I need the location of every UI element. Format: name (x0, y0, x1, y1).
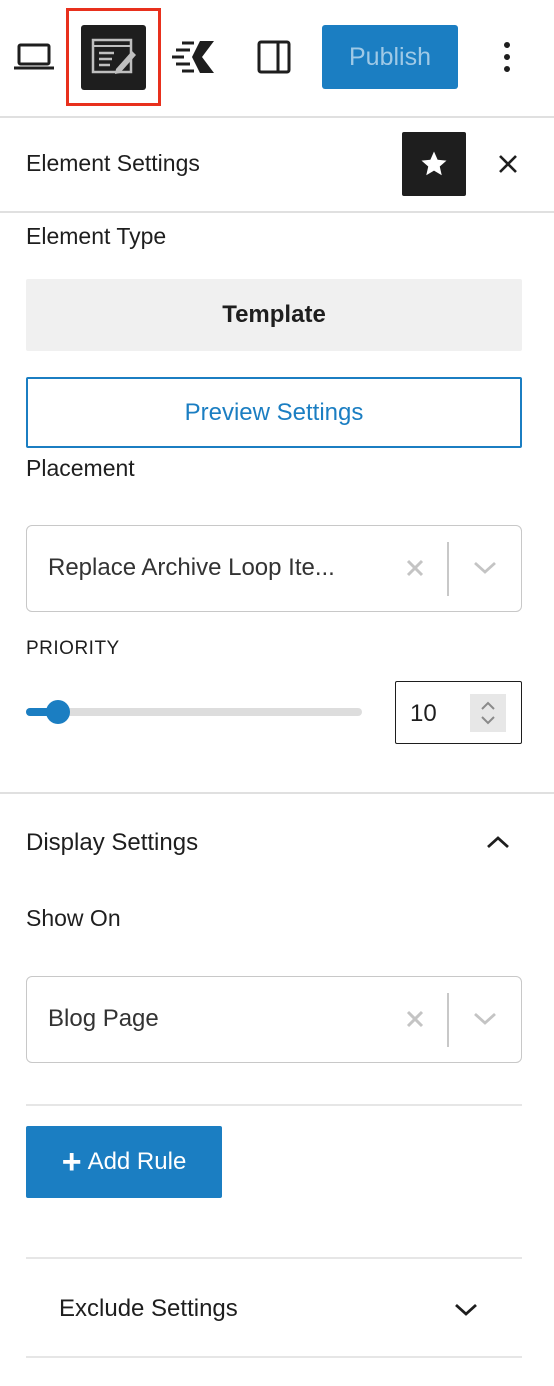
placement-select[interactable]: Replace Archive Loop Ite... (26, 525, 522, 612)
element-type-value: Template (26, 279, 522, 351)
show-on-select[interactable]: Blog Page (26, 976, 522, 1063)
elements-editor-button[interactable] (66, 8, 161, 106)
placement-select-value: Replace Archive Loop Ite... (48, 554, 335, 581)
exclude-top-divider (26, 1257, 522, 1259)
priority-slider[interactable] (26, 700, 362, 724)
display-settings-title[interactable]: Display Settings (26, 829, 198, 857)
placement-label: Placement (26, 455, 135, 481)
star-button[interactable] (402, 132, 466, 196)
chevron-down-icon[interactable] (446, 1290, 486, 1330)
select-separator (447, 542, 449, 596)
more-options-icon[interactable] (484, 28, 530, 86)
chevron-up-icon[interactable] (478, 822, 518, 862)
desktop-icon[interactable] (8, 28, 60, 86)
header-divider (0, 211, 554, 213)
chevron-down-icon[interactable] (463, 546, 507, 590)
priority-input[interactable]: 10 (395, 681, 522, 744)
clear-icon[interactable] (397, 997, 433, 1041)
show-on-select-value: Blog Page (48, 1005, 159, 1032)
chevron-down-icon[interactable] (463, 997, 507, 1041)
show-on-label: Show On (26, 905, 121, 931)
sidebar-toggle-icon[interactable] (246, 28, 302, 86)
publish-button[interactable]: Publish (322, 25, 458, 89)
priority-label: PRIORITY (26, 638, 120, 659)
elements-editor-icon (81, 24, 146, 90)
element-type-label: Element Type (26, 223, 167, 249)
exclude-bottom-divider (26, 1356, 522, 1358)
plus-icon: + (61, 1143, 82, 1181)
star-icon (421, 151, 447, 176)
speed-icon[interactable] (166, 28, 222, 86)
section-divider (0, 792, 554, 794)
add-rule-label: Add Rule (87, 1148, 187, 1175)
priority-input-value: 10 (410, 700, 437, 727)
rules-divider (26, 1104, 522, 1106)
add-rule-button[interactable]: + Add Rule (26, 1126, 222, 1198)
exclude-settings-title[interactable]: Exclude Settings (59, 1295, 238, 1323)
panel-title: Element Settings (26, 150, 200, 176)
close-icon[interactable] (486, 142, 530, 186)
priority-slider-thumb[interactable] (46, 700, 70, 724)
editor-toolbar: Publish (0, 0, 554, 118)
clear-icon[interactable] (397, 546, 433, 590)
spinner-icon[interactable] (470, 694, 506, 732)
select-separator (447, 993, 449, 1047)
preview-settings-button[interactable]: Preview Settings (26, 377, 522, 448)
